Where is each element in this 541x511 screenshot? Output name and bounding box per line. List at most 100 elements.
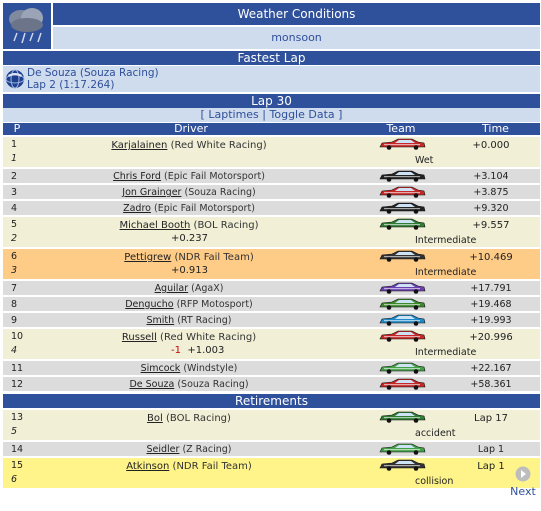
driver-team: (BOL Racing): [166, 413, 231, 424]
team-car-icon: [378, 411, 426, 423]
weather-panel: Weather Conditions monsoon: [3, 3, 540, 49]
driver-team: (Red White Racing): [160, 332, 257, 343]
driver-link[interactable]: Seidler: [146, 444, 179, 455]
next-button[interactable]: Next: [505, 466, 541, 498]
table-header: P Driver Team Time: [3, 123, 540, 135]
tyre-condition: Intermediate: [415, 267, 477, 278]
driver-link[interactable]: Bol: [147, 413, 163, 424]
driver-link[interactable]: Dengucho: [125, 299, 173, 310]
table-row: 3 Jon Grainger (Souza Racing) +3.875: [3, 185, 540, 199]
driver-cell: Karjalainen (Red White Racing): [55, 140, 323, 151]
driver-link[interactable]: Russell: [122, 332, 157, 343]
team-car-icon: [378, 459, 426, 471]
position: 11: [11, 363, 24, 374]
driver-link[interactable]: Zadro: [123, 203, 151, 214]
table-row: 8 Dengucho (RFP Motosport) +19.468: [3, 297, 540, 311]
team-car-icon: [378, 250, 426, 262]
position: 4: [11, 203, 18, 214]
standings-table: 1 1 Karjalainen (Red White Racing) Wet +0.00…: [3, 137, 540, 391]
tyre-condition: Wet: [415, 155, 434, 166]
driver-cell: Simcock (Windstyle): [55, 363, 323, 374]
driver-link[interactable]: Michael Booth: [120, 220, 191, 231]
driver-team: (BOL Racing): [193, 220, 259, 231]
gain-cell: +0.913: [171, 265, 208, 276]
lap-links: [ Laptimes | Toggle Data ]: [3, 108, 540, 122]
weather-value: monsoon: [53, 27, 540, 49]
driver-link[interactable]: Simcock: [141, 363, 181, 374]
driver-team: (Souza Racing): [184, 187, 256, 198]
driver-cell: Zadro (Epic Fail Motorsport): [55, 203, 323, 214]
position: 5: [11, 219, 18, 230]
fastest-lap-header: Fastest Lap: [3, 51, 540, 65]
driver-cell: Bol (BOL Racing): [55, 413, 323, 424]
driver-link[interactable]: Smith: [147, 315, 175, 326]
time-cell: +20.996: [469, 332, 513, 343]
time-cell: +3.104: [473, 171, 509, 182]
driver-link[interactable]: Pettigrew: [124, 252, 171, 263]
position: 6: [11, 251, 18, 262]
position: 15: [11, 460, 24, 471]
team-car-icon: [378, 170, 426, 182]
grid-position: 2: [11, 233, 18, 244]
team-car-icon: [378, 282, 426, 294]
driver-team: (NDR Fail Team): [174, 252, 254, 263]
position: 13: [11, 412, 24, 423]
position: 14: [11, 444, 24, 455]
driver-cell: Pettigrew (NDR Fail Team): [55, 252, 323, 263]
tyre-condition: Intermediate: [415, 235, 477, 246]
toggle-data-link[interactable]: Toggle Data: [270, 108, 335, 121]
time-cell: +9.557: [472, 220, 510, 231]
time-cell: +10.469: [469, 252, 513, 263]
fastest-lap-driver: De Souza (Souza Racing): [27, 67, 159, 79]
bracket-open: [: [200, 108, 205, 121]
time-cell: Lap 1: [477, 444, 505, 455]
driver-link[interactable]: De Souza: [129, 379, 174, 390]
driver-cell: Chris Ford (Epic Fail Motorsport): [55, 171, 323, 182]
tyre-condition: Intermediate: [415, 347, 477, 358]
grid-position: 4: [11, 345, 18, 356]
arrow-right-circle-icon: [515, 466, 531, 482]
team-car-icon: [378, 202, 426, 214]
position: 10: [11, 331, 24, 342]
time-cell: +0.000: [472, 140, 510, 151]
col-p: P: [13, 122, 21, 135]
driver-team: (Windstyle): [183, 363, 238, 374]
table-row: 15 6 Atkinson (NDR Fail Team) collision Lap …: [3, 458, 540, 488]
time-cell: +19.468: [470, 299, 512, 310]
time-cell: +58.361: [470, 379, 512, 390]
team-car-icon: [378, 330, 426, 342]
col-driver: Driver: [174, 122, 208, 135]
team-car-icon: [378, 186, 426, 198]
table-row: 14 Seidler (Z Racing) Lap 1: [3, 442, 540, 456]
table-row: 6 3 Pettigrew (NDR Fail Team) +0.913 Interme…: [3, 249, 540, 279]
driver-link[interactable]: Karjalainen: [111, 140, 167, 151]
driver-cell: Jon Grainger (Souza Racing): [55, 187, 323, 198]
driver-link[interactable]: Atkinson: [126, 461, 169, 472]
next-label: Next: [510, 485, 536, 498]
col-team: Team: [386, 122, 416, 135]
driver-cell: Smith (RT Racing): [55, 315, 323, 326]
retirements-header: Retirements: [3, 394, 540, 408]
driver-link[interactable]: Jon Grainger: [122, 187, 181, 198]
grid-position: 3: [11, 265, 18, 276]
driver-team: (RFP Motosport): [176, 299, 253, 310]
team-car-icon: [378, 298, 426, 310]
driver-link[interactable]: Chris Ford: [113, 171, 161, 182]
gain-cell: +0.237: [171, 233, 208, 244]
table-row: 11 Simcock (Windstyle) +22.167: [3, 361, 540, 375]
driver-cell: De Souza (Souza Racing): [55, 379, 323, 390]
lap-header: Lap 30: [3, 94, 540, 108]
table-row: 1 1 Karjalainen (Red White Racing) Wet +0.00…: [3, 137, 540, 167]
driver-link[interactable]: Aguilar: [155, 283, 189, 294]
retirements-table: 13 5 Bol (BOL Racing) accident Lap 17 14 Seidl…: [3, 410, 540, 488]
driver-team: (Z Racing): [182, 444, 232, 455]
team-car-icon: [378, 378, 426, 390]
driver-team: (Epic Fail Motorsport): [153, 203, 255, 214]
driver-cell: Seidler (Z Racing): [55, 444, 323, 455]
col-time: Time: [482, 122, 509, 135]
team-car-icon: [378, 314, 426, 326]
driver-cell: Dengucho (RFP Motosport): [55, 299, 323, 310]
driver-team: (AgaX): [191, 283, 224, 294]
table-row: 13 5 Bol (BOL Racing) accident Lap 17: [3, 410, 540, 440]
laptimes-link[interactable]: Laptimes: [208, 108, 258, 121]
